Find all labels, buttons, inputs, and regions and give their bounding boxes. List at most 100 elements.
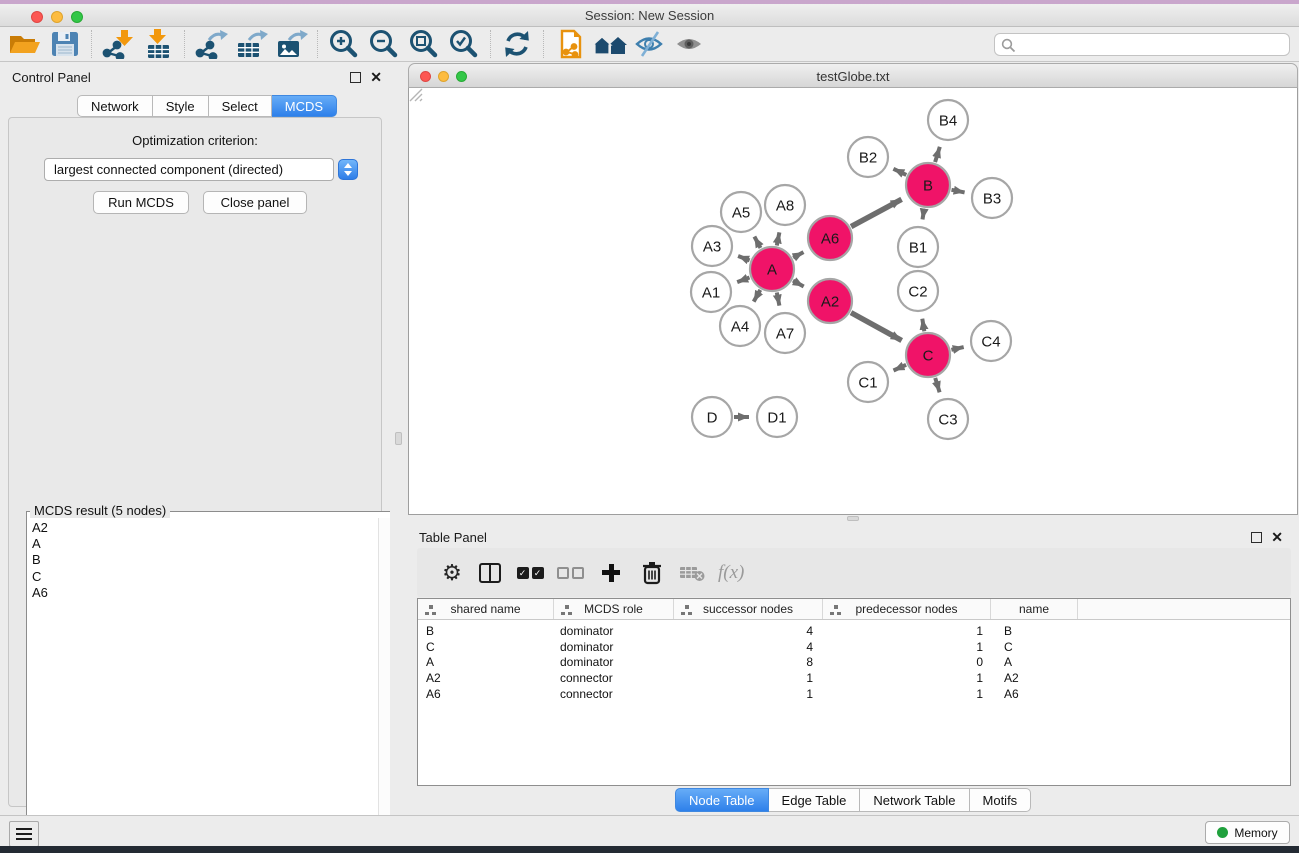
- import-table-button[interactable]: [138, 28, 178, 60]
- table-cell[interactable]: 1: [823, 671, 991, 687]
- table-cell[interactable]: 1: [823, 640, 991, 656]
- tab-node-table[interactable]: Node Table: [675, 788, 769, 812]
- edge-A-A1[interactable]: [737, 278, 749, 283]
- node-A[interactable]: A: [750, 247, 794, 291]
- table-row[interactable]: Bdominator41B: [418, 624, 1290, 640]
- edge-C-C2[interactable]: [922, 319, 924, 332]
- zoom-fit-button[interactable]: [404, 28, 444, 60]
- zoom-out-button[interactable]: [364, 28, 404, 60]
- table-cell[interactable]: A6: [418, 687, 554, 703]
- edge-A-A4[interactable]: [754, 290, 761, 302]
- edge-A6-B[interactable]: [851, 199, 902, 226]
- float-panel-icon[interactable]: [350, 72, 361, 83]
- home-button[interactable]: [590, 28, 630, 60]
- hide-selected-button[interactable]: [630, 28, 670, 60]
- table-cell[interactable]: dominator: [554, 624, 674, 640]
- edge-B-B2[interactable]: [893, 169, 906, 175]
- edge-A-A5[interactable]: [754, 237, 760, 248]
- tab-mcds[interactable]: MCDS: [272, 95, 337, 117]
- mcds-result-item[interactable]: B: [32, 552, 377, 568]
- node-A1[interactable]: A1: [691, 272, 731, 312]
- table-cell[interactable]: 1: [823, 687, 991, 703]
- save-session-button[interactable]: [45, 28, 85, 60]
- add-row-icon[interactable]: [590, 557, 632, 589]
- memory-button[interactable]: Memory: [1205, 821, 1290, 844]
- table-cell[interactable]: 1: [823, 624, 991, 640]
- columns-icon[interactable]: [470, 557, 510, 589]
- table-cell[interactable]: 1: [674, 687, 823, 703]
- node-A6[interactable]: A6: [808, 216, 852, 260]
- network-canvas[interactable]: AA1A2A3A4A5A6A7A8BB1B2B3B4CC1C2C3C4DD1: [408, 88, 1298, 515]
- table-row[interactable]: Cdominator41C: [418, 640, 1290, 656]
- table-cell[interactable]: connector: [554, 671, 674, 687]
- resize-grip-icon[interactable]: [409, 88, 423, 102]
- table-cell[interactable]: 4: [674, 640, 823, 656]
- node-B1[interactable]: B1: [898, 227, 938, 267]
- export-image-button[interactable]: [271, 28, 311, 60]
- table-row[interactable]: A2connector11A2: [418, 671, 1290, 687]
- edge-A-A3[interactable]: [738, 256, 750, 260]
- edge-B-B1[interactable]: [923, 209, 925, 220]
- edge-A-A2[interactable]: [793, 281, 804, 287]
- edge-B-B4[interactable]: [935, 147, 940, 162]
- node-C[interactable]: C: [906, 333, 950, 377]
- network-window-titlebar[interactable]: testGlobe.txt: [408, 63, 1298, 88]
- node-A8[interactable]: A8: [765, 185, 805, 225]
- table-cell[interactable]: dominator: [554, 655, 674, 671]
- node-A3[interactable]: A3: [692, 226, 732, 266]
- table-cell[interactable]: 8: [674, 655, 823, 671]
- tab-style[interactable]: Style: [153, 95, 209, 117]
- tab-edge-table[interactable]: Edge Table: [769, 788, 861, 812]
- table-cell[interactable]: C: [418, 640, 554, 656]
- tab-motifs[interactable]: Motifs: [970, 788, 1032, 812]
- delete-table-icon[interactable]: [672, 557, 712, 589]
- node-A4[interactable]: A4: [720, 306, 760, 346]
- table-cell[interactable]: A: [991, 655, 1078, 671]
- mcds-result-item[interactable]: C: [32, 569, 377, 585]
- search-input[interactable]: [1019, 35, 1284, 54]
- node-A2[interactable]: A2: [808, 279, 852, 323]
- horizontal-splitter-handle[interactable]: [847, 516, 859, 521]
- edge-C-C4[interactable]: [951, 347, 963, 350]
- close-panel-icon[interactable]: ✕: [1271, 531, 1283, 544]
- node-C1[interactable]: C1: [848, 362, 888, 402]
- mcds-result-item[interactable]: A2: [32, 520, 377, 536]
- edge-A2-C[interactable]: [851, 313, 902, 341]
- table-cell[interactable]: dominator: [554, 640, 674, 656]
- node-C4[interactable]: C4: [971, 321, 1011, 361]
- deselect-all-icon[interactable]: [550, 557, 590, 589]
- splitter-handle[interactable]: [395, 432, 402, 445]
- table-row[interactable]: Adominator80A: [418, 655, 1290, 671]
- criterion-dropdown[interactable]: largest connected component (directed): [44, 158, 334, 181]
- table-cell[interactable]: 1: [674, 671, 823, 687]
- edge-A-A6[interactable]: [793, 252, 803, 258]
- table-cell[interactable]: A2: [991, 671, 1078, 687]
- refresh-button[interactable]: [497, 28, 537, 60]
- node-B2[interactable]: B2: [848, 137, 888, 177]
- mcds-result-item[interactable]: A: [32, 536, 377, 552]
- node-D[interactable]: D: [692, 397, 732, 437]
- close-panel-button[interactable]: Close panel: [203, 191, 307, 214]
- delete-row-icon[interactable]: [632, 557, 672, 589]
- table-cell[interactable]: A: [418, 655, 554, 671]
- export-table-button[interactable]: [231, 28, 271, 60]
- table-cell[interactable]: connector: [554, 687, 674, 703]
- table-cell[interactable]: C: [991, 640, 1078, 656]
- column-header-shared-name[interactable]: shared name: [418, 599, 554, 619]
- vertical-splitter[interactable]: [390, 62, 407, 815]
- tab-select[interactable]: Select: [209, 95, 272, 117]
- edge-B-B3[interactable]: [952, 190, 965, 193]
- open-session-button[interactable]: [5, 28, 45, 60]
- node-D1[interactable]: D1: [757, 397, 797, 437]
- task-history-button[interactable]: [9, 821, 39, 847]
- edge-C-C3[interactable]: [935, 378, 939, 392]
- zoom-selected-button[interactable]: [444, 28, 484, 60]
- new-session-file-button[interactable]: [550, 28, 590, 60]
- table-cell[interactable]: B: [418, 624, 554, 640]
- table-cell[interactable]: A6: [991, 687, 1078, 703]
- float-panel-icon[interactable]: [1251, 532, 1262, 543]
- export-network-button[interactable]: [191, 28, 231, 60]
- main-titlebar[interactable]: Session: New Session: [0, 4, 1299, 27]
- node-A7[interactable]: A7: [765, 313, 805, 353]
- close-panel-icon[interactable]: ✕: [370, 71, 382, 84]
